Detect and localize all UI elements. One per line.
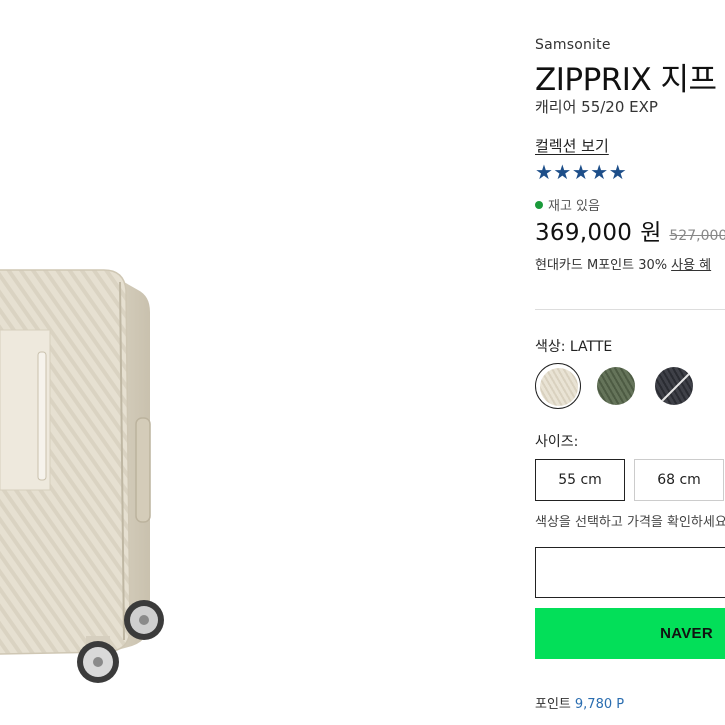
luggage-illustration xyxy=(0,269,164,683)
swatch-fill xyxy=(597,367,635,405)
points-info: 포인트 9,780 P xyxy=(535,693,624,712)
quantity-box[interactable] xyxy=(535,547,725,598)
points-label: 포인트 xyxy=(535,697,571,712)
card-benefit: 현대카드 M포인트 30% 사용 혜 xyxy=(535,254,711,273)
divider xyxy=(535,309,725,310)
product-subtitle: 캐리어 55/20 EXP xyxy=(535,98,658,116)
stock-status: 재고 있음 xyxy=(535,195,600,214)
card-benefit-text: 현대카드 M포인트 30% xyxy=(535,258,668,273)
selection-note: 색상을 선택하고 가격을 확인하세요 xyxy=(535,515,725,530)
rating-stars: ★★★★★ xyxy=(535,160,628,184)
brand-name: Samsonite xyxy=(535,37,611,53)
price-row: 369,000 원 527,000 xyxy=(535,213,725,247)
swatch-fill xyxy=(540,368,578,406)
original-price: 527,000 xyxy=(669,228,725,244)
sale-price: 369,000 xyxy=(535,220,633,246)
product-title: ZIPPRIX 지프 xyxy=(535,62,717,98)
swatch-fill xyxy=(655,367,693,405)
size-option-55[interactable]: 55 cm xyxy=(535,459,625,501)
color-swatch-charcoal-soldout[interactable] xyxy=(651,363,697,409)
product-image xyxy=(0,0,520,725)
collection-link[interactable]: 컬렉션 보기 xyxy=(535,135,609,156)
naver-pay-label: NAVER xyxy=(660,625,713,642)
color-label: 색상: LATTE xyxy=(535,339,613,355)
color-swatch-latte[interactable] xyxy=(535,363,581,409)
stock-status-text: 재고 있음 xyxy=(548,199,600,214)
size-label: 사이즈: xyxy=(535,434,579,450)
product-details: Samsonite ZIPPRIX 지프 캐리어 55/20 EXP 컬렉션 보… xyxy=(535,0,725,725)
price-unit: 원 xyxy=(640,220,662,246)
sold-out-slash-icon xyxy=(658,371,692,405)
color-swatch-olive[interactable] xyxy=(593,363,639,409)
naver-pay-button[interactable]: NAVER xyxy=(535,608,725,659)
stock-dot-icon xyxy=(535,200,543,209)
card-benefit-link[interactable]: 사용 혜 xyxy=(671,258,711,273)
points-value: 9,780 P xyxy=(574,697,625,712)
size-option-68[interactable]: 68 cm xyxy=(634,459,724,501)
